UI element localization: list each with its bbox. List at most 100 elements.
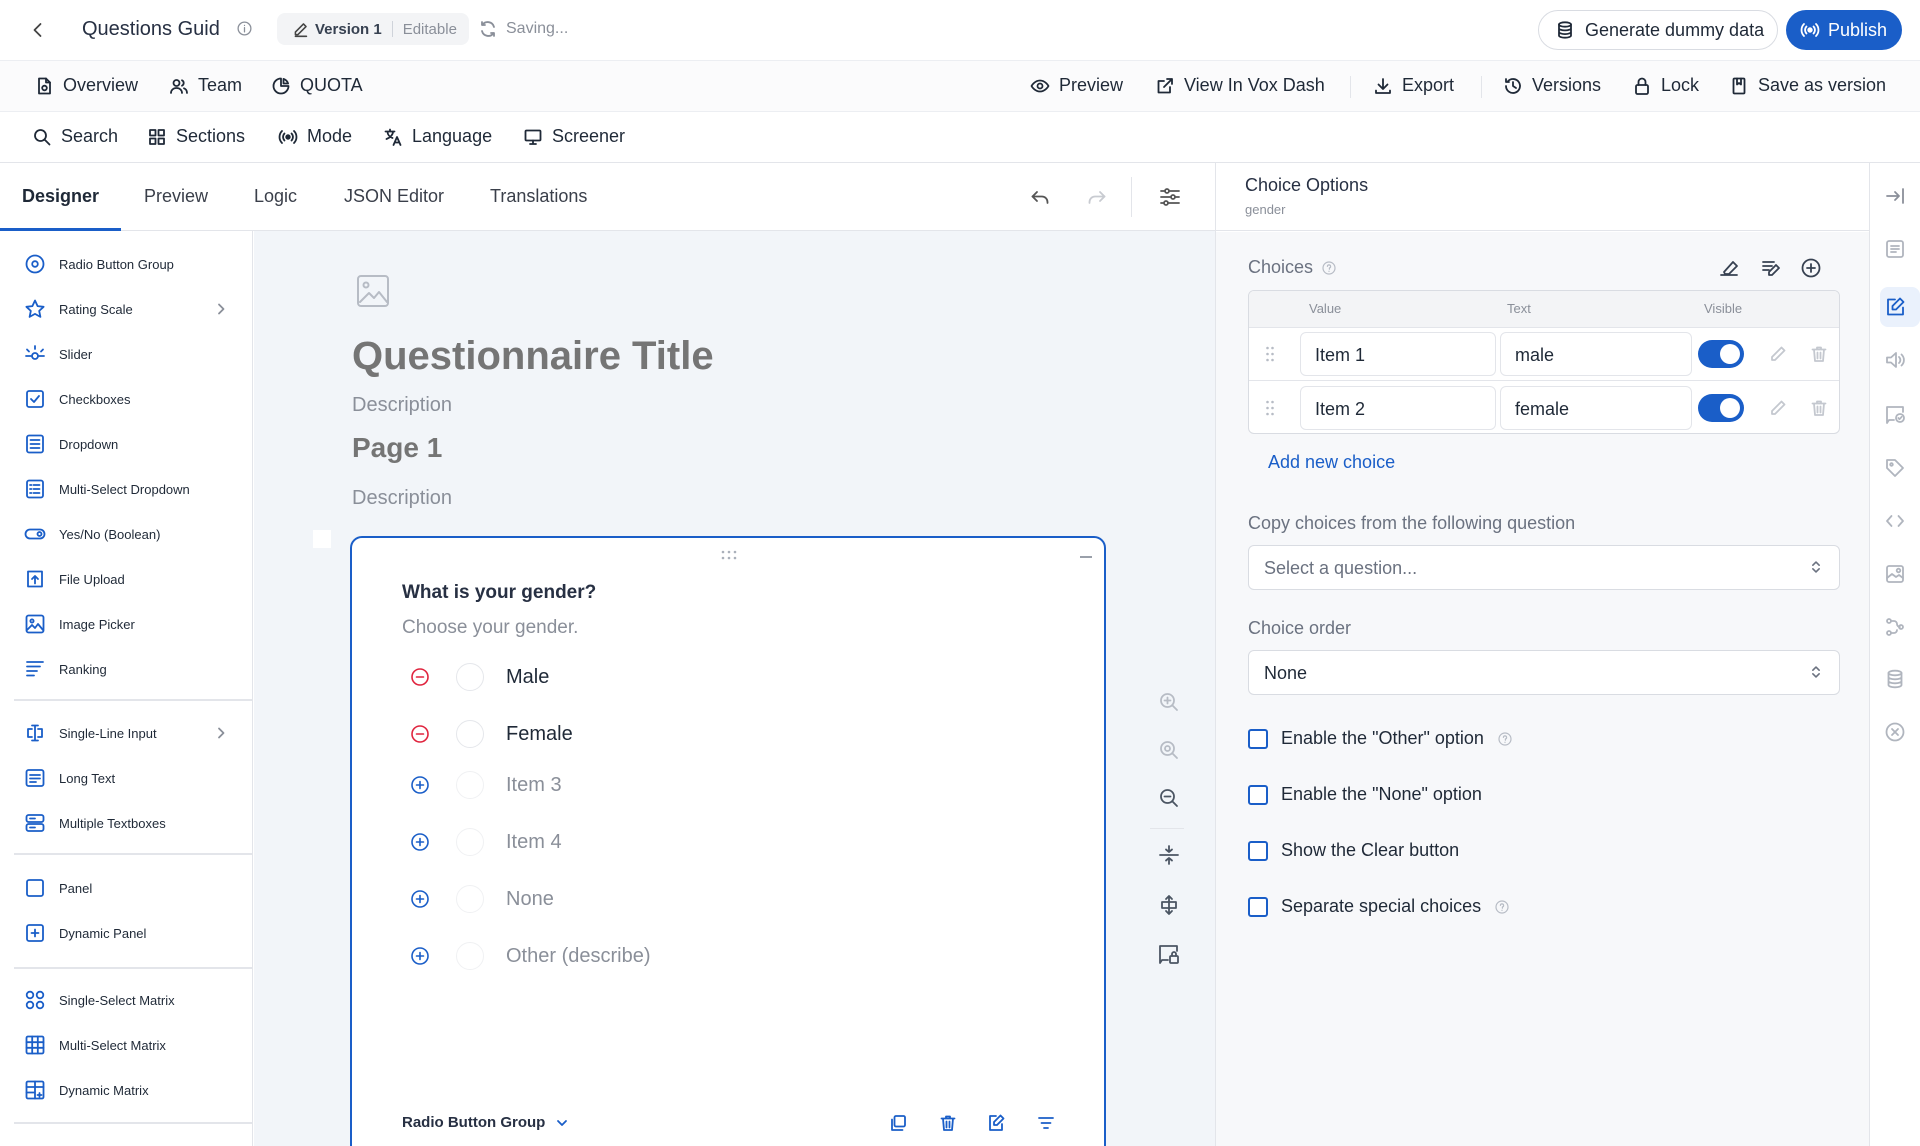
chevron-right-icon[interactable]	[214, 726, 228, 740]
undo-button[interactable]	[1028, 185, 1052, 209]
nav-export[interactable]: Export	[1373, 75, 1454, 96]
document-title[interactable]: Questions Guid	[82, 18, 220, 41]
toolbox-item-single-select-matrix[interactable]: Single-Select Matrix	[24, 989, 175, 1011]
zoom-reset-button[interactable]	[1157, 738, 1181, 762]
delete-choice-button[interactable]	[1809, 344, 1829, 364]
add-new-choice-link[interactable]: Add new choice	[1268, 452, 1395, 473]
lock-questions-button[interactable]	[1157, 942, 1181, 966]
page-description[interactable]: Description	[352, 487, 452, 510]
choice-label[interactable]: Item 4	[506, 831, 562, 854]
toolbox-item-image-picker[interactable]: Image Picker	[24, 613, 135, 635]
choice-value-input[interactable]: Item 1	[1300, 332, 1496, 376]
help-icon[interactable]	[1497, 731, 1513, 747]
visible-toggle[interactable]	[1698, 340, 1744, 368]
toolbox-item-multiple-textboxes[interactable]: Multiple Textboxes	[24, 812, 166, 834]
redo-button[interactable]	[1085, 185, 1109, 209]
back-button[interactable]	[28, 20, 48, 40]
tab-logic[interactable]: Logic	[254, 186, 297, 207]
question-type-selector[interactable]: Radio Button Group	[402, 1114, 569, 1131]
questionnaire-description[interactable]: Description	[352, 394, 452, 417]
nav-team[interactable]: Team	[169, 75, 242, 96]
question-title[interactable]: What is your gender?	[402, 582, 596, 604]
toolbox-item-single-line-input[interactable]: Single-Line Input	[24, 722, 225, 744]
copy-choices-select[interactable]: Select a question...	[1248, 545, 1840, 590]
info-icon[interactable]	[236, 20, 253, 37]
toolbox-item-ranking[interactable]: Ranking	[24, 658, 107, 680]
checkbox[interactable]	[1248, 784, 1268, 805]
nav-preview[interactable]: Preview	[1030, 75, 1123, 96]
rail-media-button[interactable]	[1884, 563, 1906, 585]
drag-handle-icon[interactable]	[721, 550, 737, 560]
edit-choice-button[interactable]	[1768, 398, 1788, 418]
radio-button[interactable]	[456, 663, 484, 691]
toolbox-item-long-text[interactable]: Long Text	[24, 767, 115, 789]
toolbar-screener[interactable]: Screener	[523, 126, 625, 147]
toolbox-item-slider[interactable]: Slider	[24, 343, 92, 365]
rail-general-button[interactable]	[1884, 238, 1906, 260]
rail-validation-button[interactable]	[1884, 403, 1906, 425]
collapse-all-button[interactable]	[1157, 843, 1181, 867]
edit-choice-button[interactable]	[1768, 344, 1788, 364]
edit-choices-button[interactable]	[1760, 257, 1782, 279]
tab-designer[interactable]: Designer	[22, 186, 99, 207]
duplicate-button[interactable]	[888, 1113, 908, 1133]
tab-translations[interactable]: Translations	[490, 186, 587, 207]
toolbox-item-radio-button-group[interactable]: Radio Button Group	[24, 253, 174, 275]
rail-close-button[interactable]	[1884, 721, 1906, 743]
add-choice-button[interactable]	[1800, 257, 1822, 279]
edit-question-button[interactable]	[986, 1113, 1006, 1133]
add-choice-icon[interactable]	[410, 832, 430, 852]
add-choice-icon[interactable]	[410, 946, 430, 966]
tab-preview[interactable]: Preview	[144, 186, 208, 207]
help-icon[interactable]	[1494, 899, 1510, 915]
drag-handle-icon[interactable]	[1265, 345, 1275, 363]
checkbox[interactable]	[1248, 728, 1268, 749]
nav-overview[interactable]: Overview	[34, 75, 138, 96]
choice-label[interactable]: Item 3	[506, 774, 562, 797]
delete-choice-button[interactable]	[1809, 398, 1829, 418]
toolbar-sections[interactable]: Sections	[147, 126, 245, 147]
rail-data-button[interactable]	[1884, 668, 1906, 690]
add-choice-icon[interactable]	[410, 889, 430, 909]
toolbox-item-checkboxes[interactable]: Checkboxes	[24, 388, 131, 410]
choice-text-input[interactable]: male	[1500, 332, 1692, 376]
drag-handle-icon[interactable]	[1265, 399, 1275, 417]
toolbar-language[interactable]: Language	[383, 126, 492, 147]
choice-label[interactable]: Male	[506, 666, 549, 689]
show-clear-button-option[interactable]: Show the Clear button	[1248, 840, 1459, 861]
toolbox-item-multi-select-matrix[interactable]: Multi-Select Matrix	[24, 1034, 166, 1056]
rail-code-button[interactable]	[1884, 510, 1906, 532]
toolbar-mode[interactable]: Mode	[278, 126, 352, 147]
expand-all-button[interactable]	[1157, 893, 1181, 917]
collapse-button[interactable]	[1080, 556, 1092, 558]
toolbox-item-rating-scale[interactable]: Rating Scale	[24, 298, 225, 320]
rail-tags-button[interactable]	[1884, 457, 1906, 479]
settings-button[interactable]	[1158, 185, 1182, 209]
toolbar-search[interactable]: Search	[32, 126, 118, 147]
visible-toggle[interactable]	[1698, 394, 1744, 422]
enable-none-option[interactable]: Enable the "None" option	[1248, 784, 1482, 805]
version-chip[interactable]: Version 1 Editable	[277, 13, 469, 45]
nav-quota[interactable]: QUOTA	[271, 75, 363, 96]
choice-value-input[interactable]: Item 2	[1300, 386, 1496, 430]
rail-audio-button[interactable]	[1884, 349, 1906, 371]
checkbox[interactable]	[1248, 840, 1268, 861]
collapse-panel-button[interactable]	[1884, 185, 1906, 207]
page-select-box[interactable]	[313, 530, 331, 548]
delete-question-button[interactable]	[938, 1113, 958, 1133]
question-card[interactable]: What is your gender? Choose your gender.…	[350, 536, 1106, 1146]
toolbox-item-panel[interactable]: Panel	[24, 877, 92, 899]
choice-label[interactable]: None	[506, 888, 554, 911]
generate-dummy-data-button[interactable]: Generate dummy data	[1538, 10, 1778, 50]
toolbox-item-dropdown[interactable]: Dropdown	[24, 433, 118, 455]
help-icon[interactable]	[1321, 260, 1337, 276]
separate-special-choices-option[interactable]: Separate special choices	[1248, 896, 1510, 917]
rail-logic-button[interactable]	[1884, 616, 1906, 638]
page-title[interactable]: Page 1	[352, 432, 442, 464]
question-description[interactable]: Choose your gender.	[402, 617, 578, 639]
zoom-in-button[interactable]	[1157, 690, 1181, 714]
choice-order-select[interactable]: None	[1248, 650, 1840, 695]
tab-json-editor[interactable]: JSON Editor	[344, 186, 444, 207]
choice-text-input[interactable]: female	[1500, 386, 1692, 430]
remove-choice-icon[interactable]	[410, 724, 430, 744]
